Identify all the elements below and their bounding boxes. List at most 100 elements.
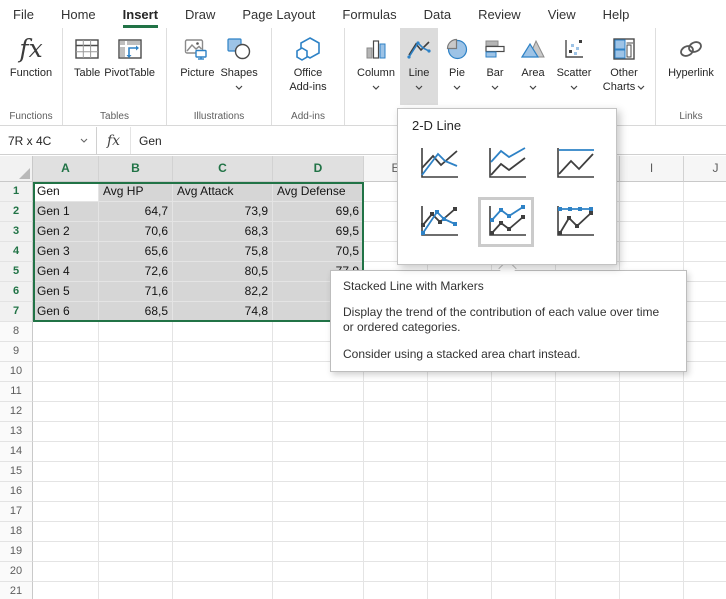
name-box-chevron-icon[interactable]	[80, 137, 88, 145]
cell[interactable]	[556, 502, 620, 522]
cell[interactable]: 69,5	[273, 222, 364, 242]
cell[interactable]	[556, 482, 620, 502]
cell[interactable]: 70,5	[273, 242, 364, 262]
cell[interactable]	[273, 582, 364, 599]
pie-chart-button[interactable]: Pie	[438, 28, 476, 105]
menu-item-stacked-line-with-markers[interactable]	[478, 197, 534, 247]
cell[interactable]	[684, 362, 726, 382]
menu-item-stacked-line[interactable]	[478, 139, 534, 189]
cell[interactable]: 68,3	[173, 222, 273, 242]
cell[interactable]	[684, 422, 726, 442]
cell[interactable]	[428, 582, 492, 599]
cell[interactable]: 82,2	[173, 282, 273, 302]
cell[interactable]	[99, 422, 173, 442]
cell[interactable]	[620, 582, 684, 599]
cell[interactable]	[33, 322, 99, 342]
cell[interactable]	[428, 542, 492, 562]
cell[interactable]	[173, 402, 273, 422]
row-header[interactable]: 19	[0, 542, 33, 562]
cell[interactable]	[173, 562, 273, 582]
cell[interactable]	[33, 582, 99, 599]
cell[interactable]	[428, 522, 492, 542]
cell[interactable]	[273, 402, 364, 422]
cell[interactable]	[33, 522, 99, 542]
cell[interactable]	[173, 482, 273, 502]
cell[interactable]	[428, 422, 492, 442]
tab-view[interactable]: View	[548, 0, 576, 28]
cell[interactable]	[556, 442, 620, 462]
cell[interactable]	[556, 582, 620, 599]
cell[interactable]	[428, 482, 492, 502]
row-header[interactable]: 2	[0, 202, 33, 222]
cell[interactable]	[33, 402, 99, 422]
cell[interactable]: 68,5	[99, 302, 173, 322]
tab-review[interactable]: Review	[478, 0, 521, 28]
cell[interactable]	[684, 322, 726, 342]
cell[interactable]	[492, 482, 556, 502]
cell[interactable]: 71,6	[99, 282, 173, 302]
cell[interactable]	[173, 422, 273, 442]
row-header[interactable]: 16	[0, 482, 33, 502]
row-header[interactable]: 4	[0, 242, 33, 262]
cell[interactable]	[273, 482, 364, 502]
cell[interactable]	[620, 482, 684, 502]
cell[interactable]	[173, 502, 273, 522]
column-header[interactable]: C	[173, 156, 273, 182]
cell[interactable]	[99, 322, 173, 342]
cell[interactable]	[556, 542, 620, 562]
cell[interactable]	[173, 442, 273, 462]
menu-item-100-stacked-line[interactable]	[546, 139, 602, 189]
cell[interactable]	[173, 382, 273, 402]
cell[interactable]	[620, 222, 684, 242]
cell[interactable]: 74,8	[173, 302, 273, 322]
cell[interactable]	[273, 522, 364, 542]
cell[interactable]	[620, 462, 684, 482]
cell[interactable]	[33, 382, 99, 402]
cell[interactable]	[428, 502, 492, 522]
cell[interactable]	[684, 302, 726, 322]
cell[interactable]	[364, 562, 428, 582]
column-header[interactable]: J	[684, 156, 726, 182]
cell[interactable]: 73,9	[173, 202, 273, 222]
cell[interactable]	[620, 422, 684, 442]
cell[interactable]	[684, 482, 726, 502]
cell[interactable]	[273, 542, 364, 562]
table-button[interactable]: Table	[74, 28, 100, 105]
cell[interactable]	[99, 522, 173, 542]
cell[interactable]	[99, 442, 173, 462]
row-header[interactable]: 5	[0, 262, 33, 282]
row-header[interactable]: 12	[0, 402, 33, 422]
cell[interactable]	[99, 462, 173, 482]
cell[interactable]	[492, 562, 556, 582]
cell[interactable]	[492, 542, 556, 562]
cell[interactable]	[364, 462, 428, 482]
row-header[interactable]: 20	[0, 562, 33, 582]
row-header[interactable]: 21	[0, 582, 33, 599]
cell[interactable]	[684, 442, 726, 462]
cell[interactable]	[556, 522, 620, 542]
column-header[interactable]: B	[99, 156, 173, 182]
cell[interactable]	[492, 522, 556, 542]
cell[interactable]	[684, 182, 726, 202]
cell[interactable]	[173, 362, 273, 382]
cell[interactable]	[428, 402, 492, 422]
picture-button[interactable]: Picture	[180, 28, 214, 105]
cell[interactable]	[364, 402, 428, 422]
cell[interactable]	[684, 402, 726, 422]
cell[interactable]	[492, 402, 556, 422]
cell[interactable]	[556, 462, 620, 482]
cell[interactable]	[273, 462, 364, 482]
menu-item-line[interactable]	[410, 139, 466, 189]
column-header[interactable]: A	[33, 156, 99, 182]
cell[interactable]	[99, 362, 173, 382]
line-chart-chevron-icon[interactable]	[415, 83, 423, 91]
cell[interactable]	[684, 342, 726, 362]
row-header[interactable]: 15	[0, 462, 33, 482]
tab-file[interactable]: File	[13, 0, 34, 28]
bar-chart-button[interactable]: Bar	[476, 28, 514, 105]
cell[interactable]	[492, 502, 556, 522]
cell[interactable]	[492, 422, 556, 442]
column-chart-chevron-icon[interactable]	[372, 83, 380, 91]
scatter-chart-chevron-icon[interactable]	[570, 83, 578, 91]
cell[interactable]: 64,7	[99, 202, 173, 222]
